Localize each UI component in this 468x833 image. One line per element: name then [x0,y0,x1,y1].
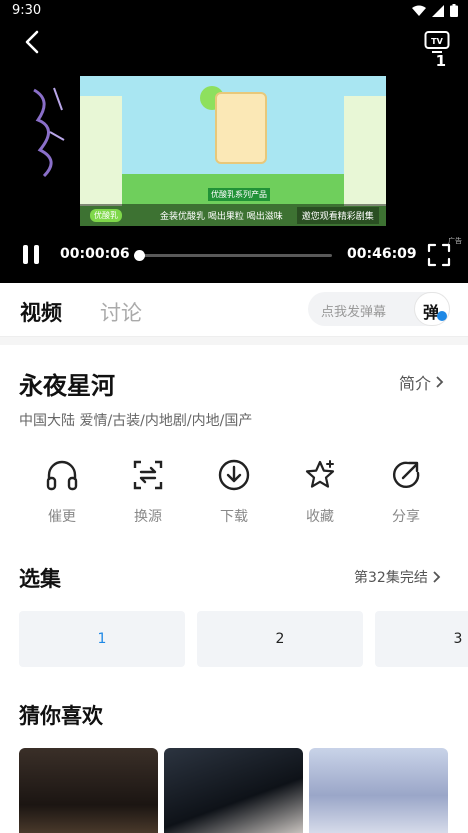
action-label: 下载 [220,509,248,525]
danmaku-toggle-label: 弹 [423,303,440,322]
ad-caption-bar: 优酸乳 金装优酸乳 喝出果粒 喝出滋味 邀您观看精彩剧集 [80,204,386,226]
danmaku-placeholder: 点我发弹幕 [321,305,387,320]
show-title: 永夜星河 [19,372,115,400]
ad-notice: 邀您观看精彩剧集 [296,206,379,224]
action-switch-source[interactable]: 换源 [118,458,178,526]
recommend-list [19,748,468,833]
status-time: 9:30 [12,3,42,18]
video-player[interactable]: 9:30 TV 1 优酸乳系列产品 优酸乳 金装优酸乳 喝出果粒 喝出滋味 邀您… [0,0,468,283]
ad-video-frame: 优酸乳系列产品 优酸乳 金装优酸乳 喝出果粒 喝出滋味 邀您观看精彩剧集 [80,76,386,226]
recommend-card[interactable] [19,748,158,833]
tab-video[interactable]: 视频 [20,297,62,327]
action-label: 分享 [392,509,420,525]
recommend-card[interactable] [309,748,448,833]
action-favorite[interactable]: 收藏 [290,458,350,526]
fullscreen-icon[interactable] [427,243,451,267]
tv-badge: 1 [435,52,446,70]
check-icon [437,311,447,321]
chevron-right-icon [436,376,444,388]
episode-list: 1 2 3 [19,611,468,667]
episodes-status: 第32集完结 [354,570,428,586]
episodes-status-link[interactable]: 第32集完结 [354,567,441,587]
episodes-title: 选集 [19,567,61,591]
back-icon[interactable] [18,28,46,56]
chevron-right-icon [433,571,441,583]
ad-product-box [215,92,267,164]
headphones-icon [46,460,78,491]
danmaku-toggle[interactable]: 弹 [414,292,450,326]
ad-brand-logo: 优酸乳 [90,208,122,222]
ad-slogan: 金装优酸乳 喝出果粒 喝出滋味 [160,211,283,222]
intro-label: 简介 [399,374,432,393]
action-row: 催更 换源 下载 收藏 分享 [0,458,468,532]
recommend-title: 猜你喜欢 [19,704,103,728]
ad-product-right [344,96,386,206]
current-time: 00:00:06 [60,246,130,262]
player-controls: 广告 00:00:06 00:46:09 [0,236,468,272]
content-tabs: 视频 讨论 点我发弹幕 弹 [0,283,468,337]
share-icon [392,461,420,489]
signal-icon [432,4,444,17]
download-icon [218,459,250,491]
wifi-icon [412,5,426,16]
pause-icon[interactable] [21,245,41,265]
episode-button[interactable]: 3 [375,611,468,667]
action-urge-update[interactable]: 催更 [32,458,92,526]
progress-knob[interactable] [134,250,146,261]
action-share[interactable]: 分享 [376,458,436,526]
action-download[interactable]: 下载 [204,458,264,526]
tab-discussion[interactable]: 讨论 [100,297,142,327]
action-label: 催更 [48,509,76,525]
progress-bar[interactable] [134,250,332,261]
cast-tv-icon[interactable]: TV [424,30,450,54]
episode-button[interactable]: 1 [19,611,185,667]
star-icon [305,460,335,488]
status-bar: 9:30 [0,0,468,24]
episode-button[interactable]: 2 [197,611,363,667]
action-label: 换源 [134,509,162,525]
battery-icon [450,4,458,17]
show-meta: 中国大陆 爱情/古装/内地剧/内地/国产 [19,413,253,429]
action-label: 收藏 [306,509,334,525]
recommend-card[interactable] [164,748,303,833]
status-icons [412,4,458,17]
show-title-artwork [24,80,72,180]
section-divider [0,337,468,345]
duration-time: 00:46:09 [347,246,417,262]
intro-link[interactable]: 简介 [399,370,444,394]
svg-text:TV: TV [431,37,443,46]
ad-product-left [80,96,122,206]
switch-source-icon [133,460,163,490]
danmaku-input[interactable]: 点我发弹幕 弹 [308,292,450,326]
ad-subtitle: 优酸乳系列产品 [208,188,270,201]
